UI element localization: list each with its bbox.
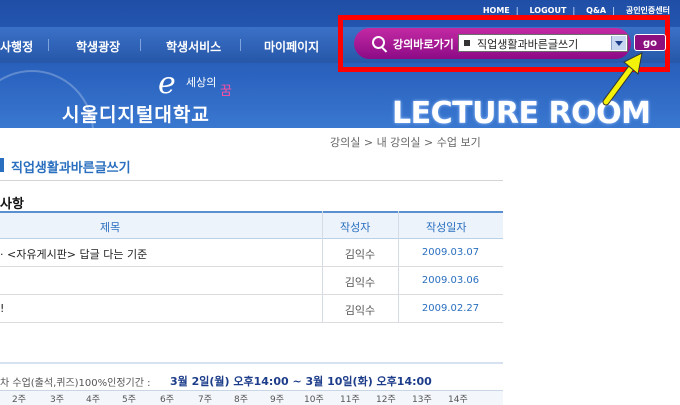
column-title: 제목: [100, 221, 121, 234]
notice-author: 김익수: [344, 276, 376, 289]
go-button[interactable]: go: [634, 34, 666, 51]
week-tab[interactable]: 6주: [160, 392, 174, 405]
breadcrumb: 강의실 > 내 강의실 > 수업 보기: [330, 136, 481, 149]
week-tabs: 2주 3주 4주 5주 6주 7주 8주 9주 10주 11주 12주 13주 …: [0, 390, 503, 405]
table-row[interactable]: ! 김익수 2009.02.27: [0, 295, 503, 323]
table-row[interactable]: 김익수 2009.03.06: [0, 267, 503, 295]
table-row[interactable]: · <자유게시판> 답글 다는 기준 김익수 2009.03.07: [0, 239, 503, 267]
week-tab[interactable]: 9주: [270, 392, 284, 405]
title-marker: [0, 158, 4, 172]
menu-student-services[interactable]: 학생서비스: [166, 38, 221, 55]
logo-e-mark: e: [158, 66, 176, 101]
week-tab[interactable]: 2주: [12, 392, 26, 405]
menu-my-page[interactable]: 마이페이지: [264, 38, 319, 55]
page-title-row: 직업생활과바른글쓰기: [0, 150, 503, 181]
certificate-center-link[interactable]: 공인인증센터: [626, 6, 670, 15]
attendance-section: 차 수업(출석,퀴즈)100%인정기간 : 3월 2일(월) 오후14:00 ~…: [0, 362, 503, 405]
week-tab[interactable]: 8주: [234, 392, 248, 405]
week-tab[interactable]: 7주: [198, 392, 212, 405]
yellow-arrow-annotation: [602, 52, 643, 106]
week-tab[interactable]: 13주: [412, 392, 432, 405]
logo-tagline: 세상의: [186, 76, 217, 89]
chevron-down-icon[interactable]: [611, 36, 626, 50]
attendance-period: 3월 2일(월) 오후14:00 ~ 3월 10일(화) 오후14:00: [170, 375, 432, 388]
week-tab[interactable]: 14주: [448, 392, 468, 405]
home-link[interactable]: HOME: [483, 6, 510, 15]
week-tab[interactable]: 10주: [304, 392, 324, 405]
course-select-value: 직업생활과바른글쓰기: [477, 38, 579, 51]
notice-heading: 사항: [0, 197, 24, 212]
week-tab[interactable]: 3주: [50, 392, 64, 405]
notice-title[interactable]: !: [0, 302, 4, 315]
notice-author: 김익수: [344, 304, 376, 317]
notice-date: 2009.03.06: [421, 275, 480, 286]
page-title: 직업생활과바른글쓰기: [11, 161, 131, 176]
notice-author: 김익수: [344, 248, 376, 261]
logo-accent: 꿈: [220, 84, 232, 99]
notice-date: 2009.02.27: [421, 303, 480, 314]
column-date: 작성일자: [426, 221, 467, 234]
course-shortcut-label: 강의바로가기: [393, 38, 454, 51]
qna-link[interactable]: Q&A: [586, 6, 606, 15]
notice-title[interactable]: · <자유게시판> 답글 다는 기준: [0, 246, 147, 262]
week-tab[interactable]: 5주: [122, 392, 136, 405]
menu-academic-admin[interactable]: 사행정: [0, 38, 33, 55]
menu-student-plaza[interactable]: 학생광장: [76, 38, 120, 55]
week-tab[interactable]: 4주: [86, 392, 100, 405]
notice-date: 2009.03.07: [421, 247, 480, 258]
notice-table-header: 제목 작성자 작성일자: [0, 211, 503, 239]
column-author: 작성자: [340, 221, 371, 234]
search-icon: [372, 36, 385, 49]
attendance-label: 차 수업(출석,퀴즈)100%인정기간 :: [0, 378, 151, 389]
university-logo[interactable]: 시울디지털대학교: [62, 100, 210, 127]
square-bullet-icon: [464, 40, 470, 46]
week-tab[interactable]: 12주: [376, 392, 396, 405]
week-tab[interactable]: 11주: [340, 392, 360, 405]
logout-link[interactable]: LOGOUT: [529, 6, 566, 15]
